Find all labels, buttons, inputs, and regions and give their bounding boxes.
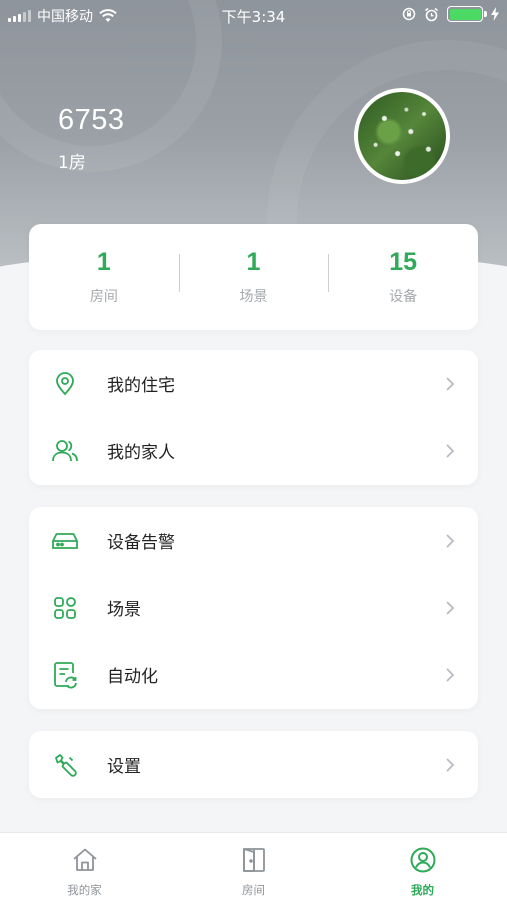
stat-label: 房间: [89, 289, 118, 305]
door-icon: [242, 847, 265, 872]
menu-item-scene[interactable]: 场景: [29, 574, 478, 641]
status-bar: 中国移动 下午3:34: [0, 0, 507, 30]
stat-label: 设备: [389, 289, 418, 305]
menu-item-label: 场景: [107, 600, 141, 620]
stat-scenes[interactable]: 1 场景: [178, 248, 329, 306]
stat-rooms[interactable]: 1 房间: [29, 248, 179, 306]
menu-item-label: 设备告警: [107, 533, 175, 553]
family-icon: [51, 437, 79, 465]
menu-item-label: 设置: [107, 757, 141, 777]
chevron-right-icon: [446, 533, 455, 548]
menu-item-label: 自动化: [107, 667, 158, 687]
stat-value: 15: [389, 248, 418, 276]
tab-label: 我的家: [67, 883, 102, 897]
battery-icon: [447, 6, 487, 22]
stats-card: 1 房间 1 场景 15 设备: [29, 224, 478, 330]
stat-label: 场景: [239, 289, 268, 305]
rotation-lock-icon: [402, 7, 416, 21]
stat-devices[interactable]: 15 设备: [328, 248, 478, 306]
automation-icon: [51, 661, 79, 689]
status-right: [402, 6, 499, 22]
chevron-right-icon: [446, 376, 455, 391]
menu-item-automation[interactable]: 自动化: [29, 641, 478, 708]
menu-group-home: 我的住宅 我的家人: [29, 350, 478, 485]
user-room-count: 1房: [58, 153, 86, 173]
tab-rooms[interactable]: 房间: [169, 833, 338, 900]
tab-label: 房间: [242, 883, 265, 897]
chevron-right-icon: [446, 757, 455, 772]
menu-item-my-residence[interactable]: 我的住宅: [29, 350, 478, 417]
chevron-right-icon: [446, 667, 455, 682]
alarm-icon: [425, 7, 438, 21]
tab-label: 我的: [411, 883, 434, 897]
charging-icon: [491, 7, 499, 21]
menu-item-device-alarm[interactable]: 设备告警: [29, 507, 478, 574]
scene-grid-icon: [51, 594, 79, 622]
chevron-right-icon: [446, 600, 455, 615]
bottom-tab-bar: 我的家 房间 我的: [0, 832, 507, 900]
stat-value: 1: [246, 248, 261, 276]
avatar[interactable]: [354, 88, 450, 184]
menu-group-devices: 设备告警 场景 自动化: [29, 507, 478, 709]
menu-group-settings: 设置: [29, 731, 478, 798]
menu-item-label: 我的住宅: [107, 376, 175, 396]
tab-my-home[interactable]: 我的家: [0, 833, 169, 900]
menu-item-settings[interactable]: 设置: [29, 731, 478, 798]
device-alarm-icon: [51, 527, 79, 555]
menu-item-my-family[interactable]: 我的家人: [29, 417, 478, 484]
user-name: 6753: [58, 104, 125, 136]
chevron-right-icon: [446, 443, 455, 458]
profile-icon: [410, 847, 435, 873]
tab-mine[interactable]: 我的: [338, 833, 507, 900]
menu-item-label: 我的家人: [107, 443, 175, 463]
location-pin-icon: [51, 370, 79, 398]
stat-value: 1: [96, 248, 111, 276]
wrench-icon: [51, 751, 79, 779]
home-icon: [72, 848, 97, 871]
